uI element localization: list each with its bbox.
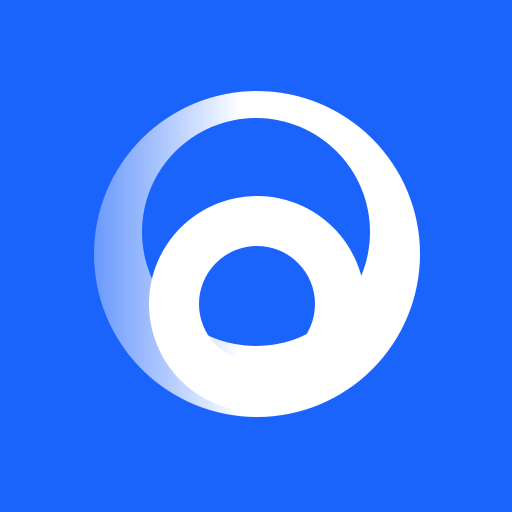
app-icon-canvas (0, 0, 512, 512)
inner-ring (149, 196, 365, 412)
nested-rings-logo-icon (94, 91, 420, 417)
